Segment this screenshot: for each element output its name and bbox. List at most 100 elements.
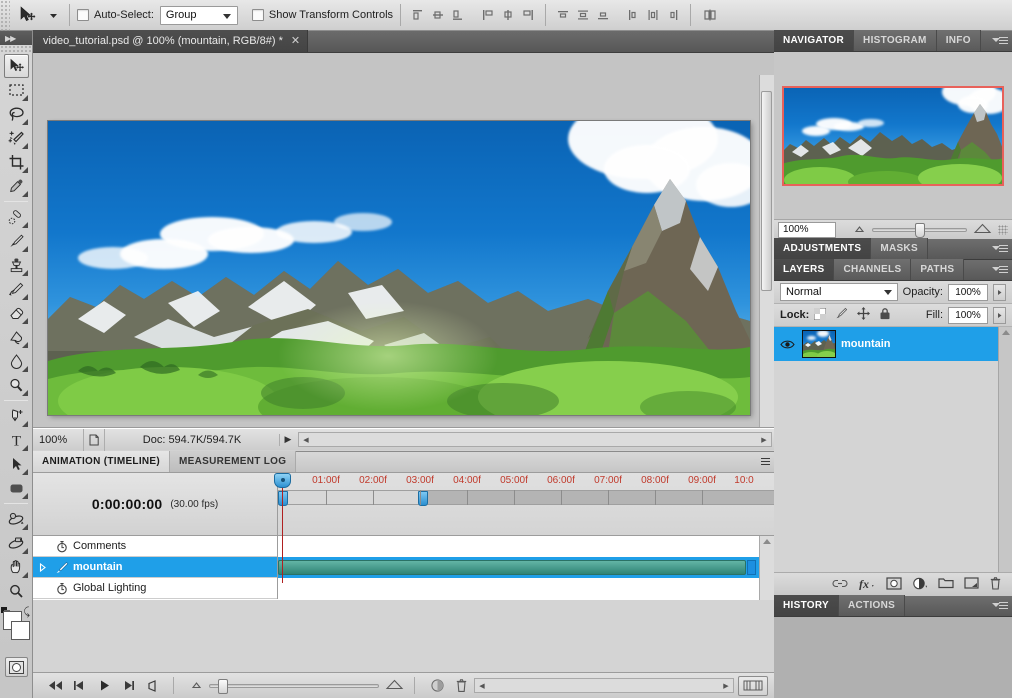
quick-mask-mode-icon[interactable] (4, 657, 28, 677)
tool-preset-chevron-down-icon[interactable] (44, 0, 62, 31)
timeline-row-track[interactable] (278, 577, 774, 599)
options-bar-grip[interactable] (0, 0, 10, 31)
tool-eyedropper-tool[interactable] (4, 174, 29, 198)
history-panel-menu-icon[interactable] (992, 600, 1008, 613)
blend-mode-dropdown[interactable]: Normal (780, 283, 898, 301)
new-layer-icon[interactable] (964, 577, 979, 592)
panel-resize-grip[interactable] (998, 224, 1008, 235)
layer-list-scrollbar[interactable] (998, 327, 1012, 572)
show-transform-checkbox-group[interactable]: Show Transform Controls (251, 9, 393, 21)
tool-zoom-tool[interactable] (4, 579, 29, 603)
timeline-work-area-track[interactable] (278, 490, 774, 506)
delete-layer-icon[interactable] (989, 576, 1002, 593)
auto-align-layers-icon[interactable] (698, 4, 722, 26)
tool-move-tool[interactable] (3, 54, 29, 78)
select-next-frame-button[interactable] (116, 673, 140, 698)
zoom-level-field[interactable]: 100% (33, 434, 83, 446)
opacity-field[interactable]: 100% (948, 283, 988, 301)
tool-spot-healing-brush-tool[interactable] (4, 205, 29, 229)
lock-image-pixels-icon[interactable] (835, 307, 848, 323)
new-adjustment-layer-icon[interactable] (912, 577, 928, 593)
opacity-stepper[interactable] (993, 283, 1006, 301)
distribute-right-edges-icon[interactable] (663, 4, 683, 26)
tab-animation-timeline[interactable]: ANIMATION (TIMELINE) (33, 451, 171, 472)
distribute-horizontal-centers-icon[interactable] (643, 4, 663, 26)
canvas-horizontal-scrollbar[interactable]: ◀ ▶ (298, 432, 772, 447)
distribute-top-edges-icon[interactable] (553, 4, 573, 26)
align-horizontal-centers-icon[interactable] (498, 4, 518, 26)
tab-layers[interactable]: LAYERS (774, 259, 835, 280)
timeline-zoom-slider-group[interactable] (190, 678, 404, 694)
tool-brush-tool[interactable] (4, 229, 29, 253)
tool-eraser-tool[interactable] (4, 301, 29, 325)
layer-row-mountain[interactable]: mountain (774, 327, 1012, 361)
distribute-left-edges-icon[interactable] (623, 4, 643, 26)
tools-collapse-button[interactable]: ▶▶ (0, 31, 32, 45)
tool-3d-rotate-tool[interactable] (4, 507, 29, 531)
navigator-zoom-field[interactable]: 100% (778, 221, 836, 238)
zoom-out-small-icon[interactable] (853, 224, 866, 236)
tool-gradient-tool[interactable] (4, 325, 29, 349)
scroll-left-arrow-icon[interactable]: ◀ (299, 433, 313, 446)
work-area-span[interactable] (278, 491, 426, 504)
timeline-zoom-slider-thumb[interactable] (218, 678, 229, 694)
adjustments-panel-menu-icon[interactable] (992, 243, 1008, 256)
distribute-vertical-centers-icon[interactable] (573, 4, 593, 26)
tool-dodge-tool[interactable] (4, 373, 29, 397)
timeline-row-global-lighting[interactable]: Global Lighting (33, 577, 774, 599)
distribute-bottom-edges-icon[interactable] (593, 4, 613, 26)
layer-duration-bar[interactable] (278, 559, 746, 575)
tool-crop-tool[interactable] (4, 150, 29, 174)
timeline-playhead[interactable] (274, 473, 291, 583)
link-layers-icon[interactable] (832, 578, 848, 592)
timeline-zoom-slider[interactable] (209, 678, 380, 694)
tools-drag-grip[interactable] (0, 45, 32, 53)
timeline-vertical-scrollbar[interactable] (759, 536, 774, 600)
tab-navigator[interactable]: NAVIGATOR (774, 30, 855, 51)
tool-history-brush-tool[interactable] (4, 277, 29, 301)
align-left-edges-icon[interactable] (478, 4, 498, 26)
scroll-right-arrow-icon[interactable]: ▶ (719, 679, 733, 692)
fill-field[interactable]: 100% (948, 306, 988, 324)
lock-position-icon[interactable] (857, 307, 871, 323)
move-tool-icon[interactable] (10, 0, 44, 31)
canvas-image[interactable] (48, 121, 750, 415)
convert-to-frame-animation-icon[interactable] (738, 675, 768, 696)
navigator-preview[interactable] (774, 52, 1012, 219)
lock-all-icon[interactable] (879, 307, 891, 323)
tab-histogram[interactable]: HISTOGRAM (854, 30, 937, 51)
swap-colors-icon[interactable]: ⤹ (23, 606, 30, 619)
status-menu-triangle-icon[interactable]: ▶ (280, 434, 296, 445)
delete-keyframes-icon[interactable] (450, 673, 474, 698)
show-transform-checkbox[interactable] (251, 9, 264, 21)
zoom-out-small-icon[interactable] (190, 680, 203, 692)
timeline-row-mountain[interactable]: mountain (33, 556, 774, 578)
layer-duration-end-handle[interactable] (747, 559, 756, 575)
navigator-panel-menu-icon[interactable] (992, 35, 1008, 48)
close-icon[interactable]: ✕ (291, 30, 300, 52)
toggle-onion-skins-icon[interactable] (425, 673, 449, 698)
layer-visibility-eye-icon[interactable] (777, 339, 797, 350)
align-top-edges-icon[interactable] (408, 4, 428, 26)
tab-actions[interactable]: ACTIONS (839, 595, 906, 616)
timeline-time-display[interactable]: 0:00:00:00 (30.00 fps) (33, 473, 278, 535)
add-layer-style-icon[interactable]: fx (858, 577, 876, 593)
tab-channels[interactable]: CHANNELS (834, 259, 912, 280)
navigator-zoom-slider-thumb[interactable] (915, 222, 925, 238)
animation-panel-menu-icon[interactable] (754, 456, 770, 469)
canvas-area[interactable] (33, 53, 774, 428)
tool-rectangular-marquee-tool[interactable] (4, 78, 29, 102)
tool-pen-tool[interactable] (4, 404, 29, 428)
lock-transparent-pixels-icon[interactable] (813, 307, 827, 323)
audio-playback-button[interactable] (141, 673, 165, 698)
align-right-edges-icon[interactable] (518, 4, 538, 26)
timeline-horizontal-scrollbar[interactable]: ◀ ▶ (474, 678, 734, 693)
play-button[interactable] (92, 673, 116, 698)
tool-lasso-tool[interactable] (4, 102, 29, 126)
scroll-right-arrow-icon[interactable]: ▶ (757, 433, 771, 446)
document-tab[interactable]: video_tutorial.psd @ 100% (mountain, RGB… (33, 30, 309, 52)
timeline-ruler[interactable]: 01:00f 02:00f 03:00f 04:00f 05:00f 06:00… (274, 473, 774, 583)
add-layer-mask-icon[interactable] (886, 576, 902, 593)
twirl-down-icon[interactable] (33, 562, 51, 572)
tool-clone-stamp-tool[interactable] (4, 253, 29, 277)
